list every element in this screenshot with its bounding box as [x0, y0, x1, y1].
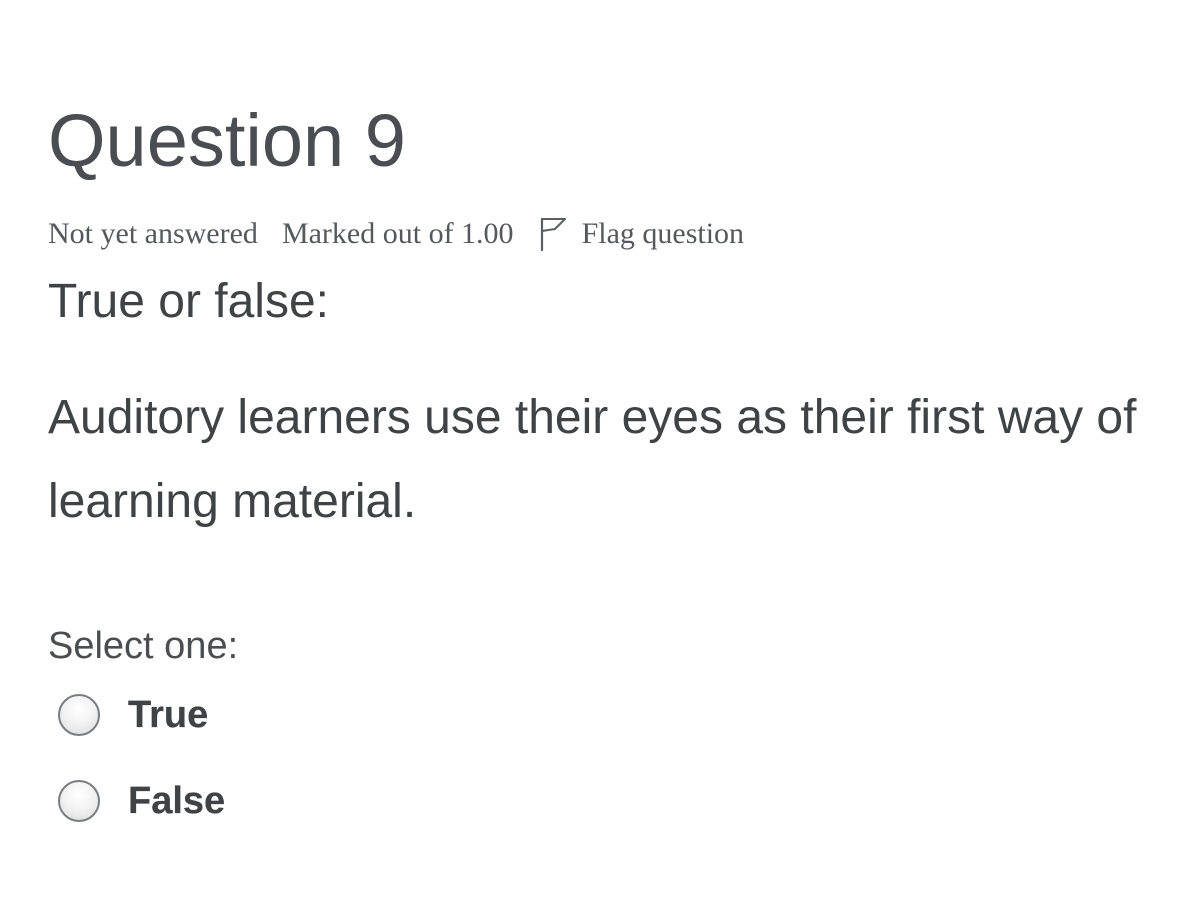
answer-label-false[interactable]: False — [128, 778, 225, 824]
answer-option-false[interactable]: False — [58, 778, 225, 824]
flag-icon — [538, 216, 570, 252]
radio-false[interactable] — [58, 780, 100, 822]
question-state: Not yet answered — [48, 217, 258, 250]
radio-true[interactable] — [58, 694, 100, 736]
question-grade: Marked out of 1.00 — [281, 217, 514, 250]
answer-label-true[interactable]: True — [128, 692, 208, 738]
question-text: Auditory learners use their eyes as thei… — [48, 391, 1137, 528]
flag-question-link[interactable]: Flag question — [538, 216, 745, 252]
flag-question-label[interactable]: Flag question — [582, 217, 745, 251]
answer-option-true[interactable]: True — [58, 692, 208, 738]
question-prompt: True or false: — [48, 275, 329, 328]
question-info: Not yet answered Marked out of 1.00 Flag… — [48, 216, 744, 252]
question-title: Question 9 — [48, 99, 406, 182]
select-one-label: Select one: — [48, 625, 239, 667]
